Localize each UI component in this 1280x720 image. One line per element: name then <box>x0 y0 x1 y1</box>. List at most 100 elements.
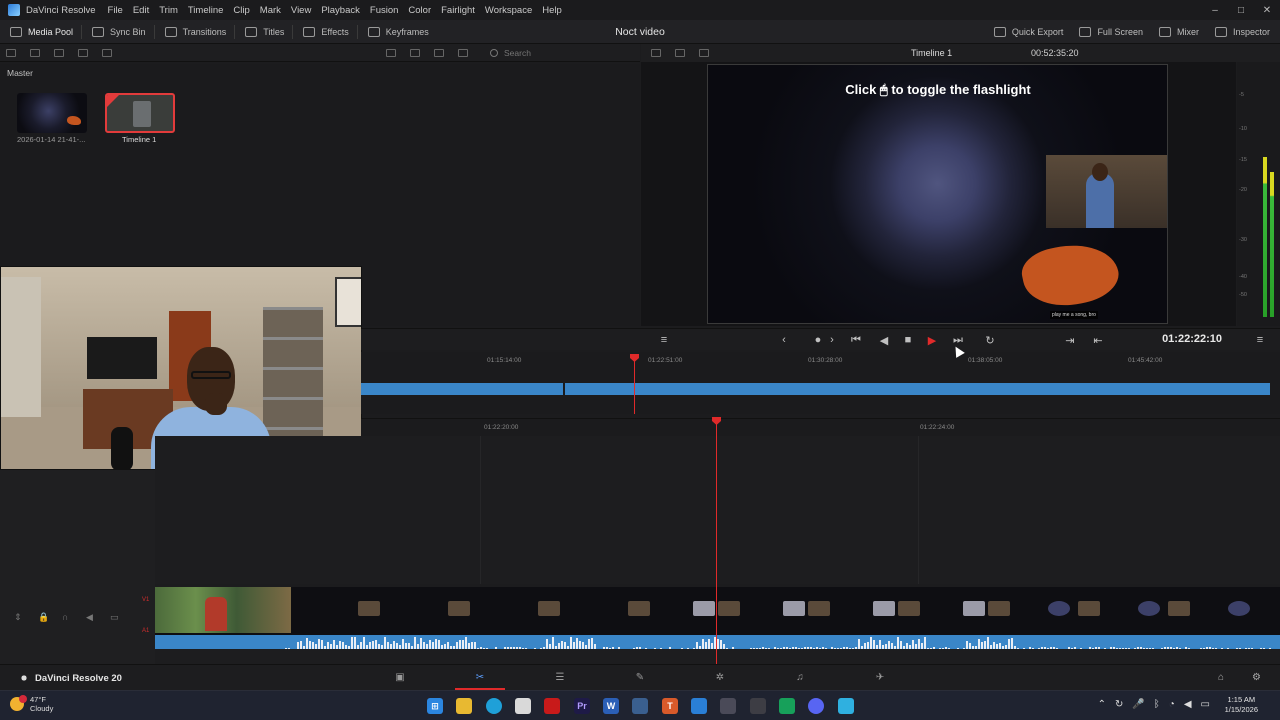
transitions-button[interactable]: Transitions <box>164 26 226 37</box>
smart-bin-icon[interactable] <box>54 48 64 57</box>
bluetooth-icon[interactable]: ᛒ <box>1154 699 1160 710</box>
viewer-layout-icon[interactable] <box>651 49 661 57</box>
go-to-prev-icon[interactable]: ⇤ <box>1091 333 1105 347</box>
maximize-button[interactable]: □ <box>1228 5 1254 16</box>
next-edit-icon[interactable]: › <box>825 333 839 347</box>
upper-playhead[interactable] <box>634 356 635 414</box>
sync-icon[interactable]: ↻ <box>1115 699 1123 710</box>
edge-icon[interactable] <box>486 698 502 714</box>
effects-button[interactable]: Effects <box>303 26 349 37</box>
grid-view-icon[interactable] <box>410 48 420 57</box>
premiere-icon[interactable]: Pr <box>574 698 590 714</box>
viewer-mode-icon[interactable] <box>675 49 685 57</box>
photos-icon[interactable] <box>691 698 707 714</box>
transport-menu-icon[interactable]: ≡ <box>1253 333 1267 347</box>
menu-trim[interactable]: Trim <box>159 5 178 16</box>
home-icon[interactable]: ⌂ <box>1218 672 1224 683</box>
file-explorer-icon[interactable] <box>456 698 472 714</box>
sort-icon[interactable] <box>458 48 468 57</box>
color-page-icon[interactable]: ✲ <box>714 672 726 684</box>
menu-fusion[interactable]: Fusion <box>370 5 399 16</box>
cut-page-icon[interactable]: ✂ <box>474 672 486 684</box>
menu-edit[interactable]: Edit <box>133 5 149 16</box>
upper-timeline-clip[interactable] <box>361 383 1270 395</box>
timeline-clip-thumbnail[interactable] <box>105 93 175 133</box>
fusion-page-icon[interactable]: ✎ <box>634 672 646 684</box>
search-field[interactable] <box>490 46 610 60</box>
list-view-icon[interactable] <box>434 48 444 57</box>
volume-icon[interactable]: ◀ <box>1184 699 1192 710</box>
tray-chevron-icon[interactable]: ⌃ <box>1098 699 1106 710</box>
menu-mark[interactable]: Mark <box>260 5 281 16</box>
settings-icon[interactable]: ⚙ <box>1252 672 1261 683</box>
discord-icon[interactable] <box>808 698 824 714</box>
menu-view[interactable]: View <box>291 5 311 16</box>
mcafee-icon[interactable] <box>544 698 560 714</box>
quick-export-button[interactable]: Quick Export <box>993 27 1063 37</box>
wifi-icon[interactable]: ◔ <box>1169 699 1175 710</box>
clock[interactable]: 1:15 AM 1/15/2026 <box>1225 695 1258 715</box>
word-icon[interactable]: W <box>603 698 619 714</box>
skip-to-start-icon[interactable]: ⏮ <box>849 333 863 347</box>
deliver-page-icon[interactable]: ✈ <box>874 672 886 684</box>
thumbnail-view-icon[interactable] <box>386 48 396 57</box>
notepad-icon[interactable] <box>838 698 854 714</box>
media-page-icon[interactable]: ▣ <box>394 672 406 684</box>
minimize-button[interactable]: – <box>1202 5 1228 16</box>
menu-fairlight[interactable]: Fairlight <box>441 5 475 16</box>
reverse-play-icon[interactable]: ◀ <box>877 333 891 347</box>
edit-page-icon[interactable]: ☰ <box>554 672 566 684</box>
calculator-icon[interactable] <box>750 698 766 714</box>
microphone-icon[interactable]: 🎤 <box>1132 699 1144 710</box>
track-lock-icon[interactable]: 🔒 <box>38 612 49 622</box>
stop-icon[interactable]: ■ <box>901 333 915 347</box>
headphones-icon[interactable]: ∩ <box>62 612 72 622</box>
timeline-options-icon[interactable]: ≡ <box>657 333 671 347</box>
media-clip-thumbnail[interactable] <box>17 93 87 133</box>
tf-icon[interactable]: T <box>662 698 678 714</box>
close-button[interactable]: ✕ <box>1254 5 1280 16</box>
menu-file[interactable]: File <box>108 5 123 16</box>
windows-start-icon[interactable]: ⊞ <box>427 698 443 714</box>
media-pool-button[interactable]: Media Pool <box>10 26 73 37</box>
mixer-button[interactable]: Mixer <box>1158 27 1199 37</box>
davinci-resolve-icon[interactable] <box>632 698 648 714</box>
keyframes-button[interactable]: Keyframes <box>367 26 429 37</box>
go-to-next-icon[interactable]: ⇥ <box>1063 333 1077 347</box>
new-bin-icon[interactable] <box>30 48 40 57</box>
video-clip-intro[interactable] <box>155 587 291 633</box>
inspector-button[interactable]: Inspector <box>1214 27 1270 37</box>
store-icon[interactable] <box>515 698 531 714</box>
titles-button[interactable]: Titles <box>245 26 284 37</box>
master-bin-label[interactable]: Master <box>7 68 33 78</box>
menu-clip[interactable]: Clip <box>233 5 249 16</box>
track-monitor-icon[interactable]: ▭ <box>110 612 120 622</box>
viewer-timeline-name[interactable]: Timeline 1 <box>911 48 952 58</box>
menu-workspace[interactable]: Workspace <box>485 5 532 16</box>
lower-playhead[interactable] <box>716 420 717 664</box>
loop-icon[interactable]: ↻ <box>983 333 997 347</box>
menu-timeline[interactable]: Timeline <box>188 5 224 16</box>
teams-icon[interactable] <box>779 698 795 714</box>
prev-edit-icon[interactable]: ‹ <box>777 333 791 347</box>
search-input[interactable] <box>504 48 594 58</box>
lower-timeline-ruler[interactable]: 01:22:20:00 01:22:24:00 <box>361 418 1280 436</box>
menu-color[interactable]: Color <box>408 5 431 16</box>
play-icon[interactable]: ▶ <box>925 333 939 347</box>
full-screen-button[interactable]: Full Screen <box>1079 27 1143 37</box>
menu-help[interactable]: Help <box>542 5 562 16</box>
weather-widget[interactable]: 47°F Cloudy <box>10 695 53 713</box>
viewer-frame[interactable]: Click 🖱 to toggle the flashlight play me… <box>707 64 1168 324</box>
unlink-icon[interactable] <box>102 48 112 57</box>
audio-track[interactable] <box>155 635 1280 649</box>
track-move-icon[interactable]: ⇕ <box>14 612 24 622</box>
fairlight-page-icon[interactable]: ♫ <box>794 672 806 684</box>
video-track[interactable] <box>155 587 1280 635</box>
sync-bin-button[interactable]: Sync Bin <box>92 26 146 37</box>
battery-icon[interactable]: ▭ <box>1201 699 1210 710</box>
mark-dot-icon[interactable]: ● <box>811 333 825 347</box>
menu-playback[interactable]: Playback <box>321 5 360 16</box>
app-icon[interactable] <box>720 698 736 714</box>
speaker-icon[interactable]: ◀ <box>86 612 96 622</box>
viewer-zoom-icon[interactable] <box>699 49 709 57</box>
